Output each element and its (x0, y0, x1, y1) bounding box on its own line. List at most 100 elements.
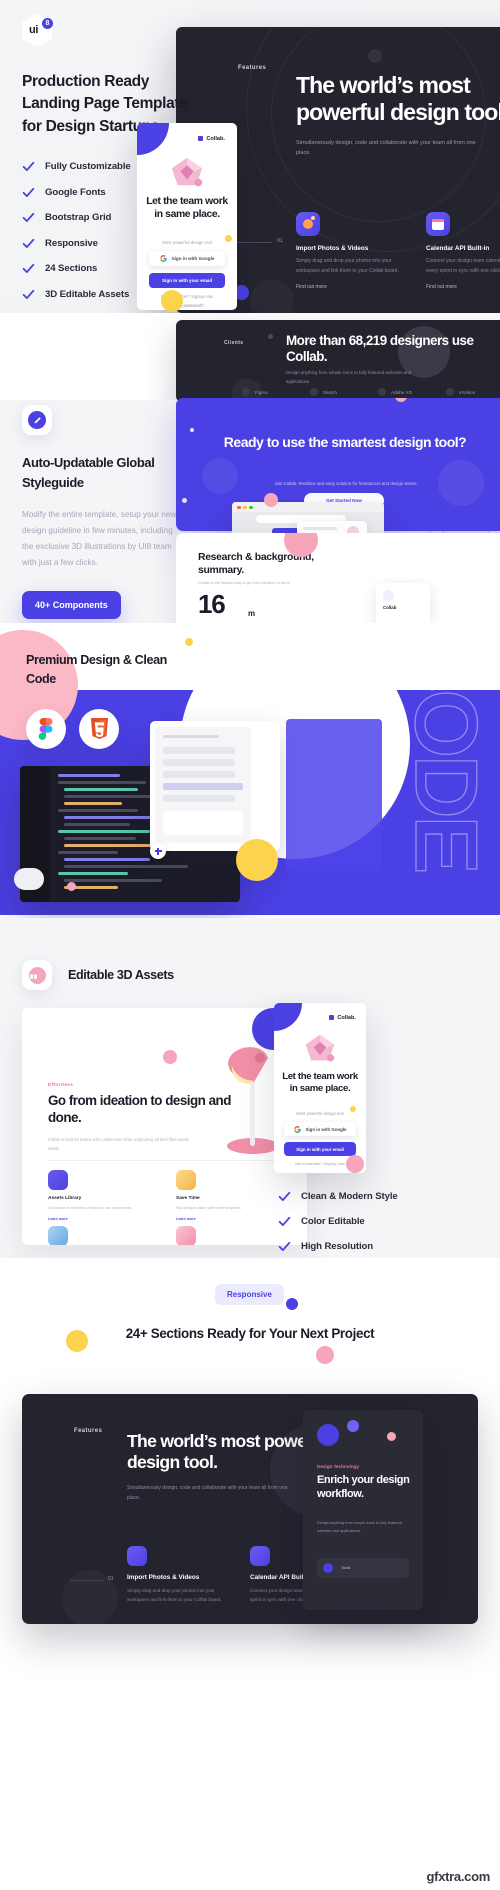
calendar-icon (426, 212, 450, 236)
research-side-label: Collab (383, 605, 397, 610)
styleguide-icon-tile (22, 405, 52, 435)
side-heading: Enrich your design workflow. (317, 1474, 410, 1500)
client-icon (242, 388, 250, 396)
google-signin-label: Sign in with Google (171, 256, 215, 261)
logo-badge-number: 8 (42, 18, 53, 29)
phone-heading: Let the team work in same place. (282, 1071, 358, 1094)
client-icon (378, 388, 386, 396)
client-logo-item: Adobe XD (378, 388, 412, 396)
check-icon (22, 289, 35, 299)
watermark: gfxtra.com (426, 1869, 491, 1884)
feature-title: Calendar API Built-in (426, 245, 490, 252)
check-icon (22, 213, 35, 223)
slide-number: 01 (277, 238, 283, 244)
client-label: Sketch (323, 389, 338, 395)
phone-brand: Collab. (198, 135, 225, 142)
decor-ghost-text: CODE (396, 628, 496, 872)
decor-sphere-yellow (236, 839, 278, 881)
client-icon (310, 388, 318, 396)
signup-link[interactable]: Not a member? Signup now (145, 294, 229, 299)
gem-3d-illustration (171, 157, 203, 187)
cta-paragraph: Join Collab. Realtime and easy solution … (274, 481, 418, 486)
sections-ready-section: Responsive 24+ Sections Ready for Your N… (0, 1258, 500, 1890)
email-signin-button[interactable]: Sign in with your email (149, 273, 225, 288)
feature-label: Fully Customizable (45, 161, 131, 173)
google-signin-button[interactable]: Sign in with Google (284, 1122, 356, 1136)
sections-heading: 24+ Sections Ready for Your Next Project (125, 1326, 375, 1341)
slider-track (234, 242, 272, 243)
email-signin-button[interactable]: Sign in with your email (284, 1142, 356, 1156)
gift-icon (28, 966, 46, 984)
phone-subtitle: Most powerful design tool (162, 240, 212, 245)
decor-dot-yellow (161, 290, 183, 312)
client-logo-item: InVision (446, 388, 475, 396)
ready-side-card: Design Technology Enrich your design wor… (303, 1410, 423, 1610)
forgot-password-link[interactable]: Forget password? (145, 303, 229, 308)
feature-label: 3D Editable Assets (45, 288, 130, 300)
collab-logo-icon (329, 1015, 335, 1020)
decor-dot (250, 279, 294, 313)
feature-text: Simply drag and drop your photos into yo… (296, 258, 399, 274)
google-signin-button[interactable]: Sign in with Google (149, 251, 225, 266)
side-item[interactable]: Tools (317, 1558, 409, 1578)
add-button[interactable] (150, 843, 166, 859)
styleguide-copy: Auto-Updatable Global Styleguide Modify … (22, 405, 182, 619)
cta-heading: Ready to use the smartest design tool? (223, 434, 467, 450)
feature-more-link[interactable]: Find out more (296, 284, 406, 290)
decor-cloud (14, 868, 44, 890)
hero-dark-paragraph: Simultaneously design, code and collabor… (296, 140, 476, 157)
cup-icon (48, 1226, 68, 1245)
check-label: Clean & Modern Style (301, 1191, 398, 1202)
research-paragraph: Collab is the fastest way to go from ide… (198, 580, 291, 585)
phone-subtitle: Most powerful design tool (296, 1111, 344, 1116)
mini-card-save-time: Save Time Ship designs faster with smart… (176, 1170, 284, 1221)
section-header: Editable 3D Assets (22, 960, 174, 990)
mini-link[interactable]: Learn more (48, 1217, 156, 1221)
feature-title: Import Photos & Videos (127, 1574, 200, 1581)
mini-link[interactable]: Learn more (176, 1217, 284, 1221)
editable-3d-section: Editable 3D Assets Effortless Go from id… (0, 918, 500, 1258)
maximize-icon[interactable] (249, 505, 253, 509)
collab-logo-icon (198, 136, 204, 141)
gift-icon-tile (22, 960, 52, 990)
decor-dot-pink (264, 493, 278, 507)
section-title: Editable 3D Assets (68, 968, 174, 982)
decor-dot-pink (316, 1346, 334, 1364)
phone-mockup: Collab. Let the team work in same place.… (137, 123, 237, 310)
phone-heading: Let the team work in same place. (146, 196, 228, 220)
client-label: InVision (459, 389, 476, 395)
decor-corner (137, 123, 169, 155)
pencil-icon (28, 411, 46, 429)
client-logo-item: Figma (242, 388, 268, 396)
client-icon (446, 388, 454, 396)
decor-dot (225, 235, 232, 242)
ui8-logo[interactable]: ui 8 (22, 14, 53, 47)
check-icon (22, 238, 35, 248)
close-icon[interactable] (237, 505, 241, 509)
stats-dark-card: Clients More than 68,219 designers use C… (176, 320, 500, 402)
calendar-icon (250, 1546, 270, 1566)
decor-corner (274, 1003, 302, 1031)
mini-title: Assets Library (48, 1196, 82, 1201)
components-button[interactable]: 40+ Components (22, 590, 121, 619)
list-item: High Resolution (278, 1240, 438, 1253)
feature-card-calendar-api: Calendar API Built-in Connect your desig… (426, 212, 500, 290)
research-number: 16 (198, 589, 226, 619)
nav-item-clients[interactable]: Clients (224, 340, 243, 346)
research-unit: m (248, 609, 256, 618)
feature-title: Import Photos & Videos (296, 245, 369, 252)
feature-more-link[interactable]: Find out more (426, 284, 500, 290)
list-item: Clean & Modern Style (278, 1190, 438, 1203)
slide-number: 01 (108, 1576, 114, 1582)
nav-item-features[interactable]: Features (238, 65, 266, 71)
nav-item-features[interactable]: Features (74, 1428, 102, 1434)
decor-circle (202, 458, 238, 494)
decor-dot-yellow (350, 1106, 356, 1112)
hero-dark-heading: The world’s most powerful design tool. (296, 72, 500, 126)
minimize-icon[interactable] (243, 505, 247, 509)
decor-sphere-violet (317, 1424, 339, 1446)
styleguide-heading: Auto-Updatable Global Styleguide (22, 455, 155, 490)
tools-icon (323, 1563, 333, 1573)
phone-brand: Collab. (329, 1014, 356, 1021)
feature-label: Bootstrap Grid (45, 212, 112, 224)
